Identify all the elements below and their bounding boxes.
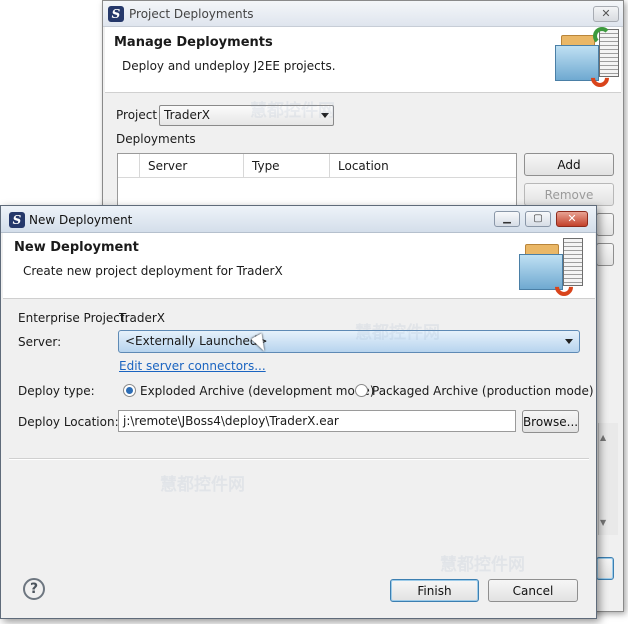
- column-header-server[interactable]: Server: [140, 154, 244, 178]
- exploded-archive-label[interactable]: Exploded Archive (development mode): [140, 384, 375, 398]
- minimize-button[interactable]: ▁: [494, 211, 520, 227]
- watermark: 慧都控件网: [440, 555, 525, 575]
- deployments-label: Deployments: [116, 132, 196, 146]
- packaged-archive-label[interactable]: Packaged Archive (production mode): [372, 384, 594, 398]
- project-select-value: TraderX: [164, 108, 211, 122]
- add-button[interactable]: Add: [524, 153, 614, 176]
- header-subtitle: Deploy and undeploy J2EE projects.: [122, 59, 336, 73]
- header-banner: Manage Deployments Deploy and undeploy J…: [105, 27, 621, 93]
- close-button[interactable]: ✕: [556, 211, 588, 227]
- title-bar: S New Deployment ▁ ▢ ✕: [1, 206, 596, 233]
- packaged-archive-radio[interactable]: [355, 384, 368, 397]
- deploy-location-input[interactable]: j:\remote\JBoss4\deploy\TraderX.ear: [118, 410, 516, 432]
- header-subtitle: Create new project deployment for Trader…: [23, 264, 283, 278]
- enterprise-project-label: Enterprise Project:: [18, 311, 129, 325]
- server-select[interactable]: <Externally Launched>: [118, 330, 580, 353]
- header-title: Manage Deployments: [114, 35, 273, 50]
- maximize-button[interactable]: ▢: [525, 211, 551, 227]
- title-bar: S Project Deployments ✕: [103, 1, 623, 27]
- column-header-type[interactable]: Type: [244, 154, 330, 178]
- column-header-location[interactable]: Location: [330, 154, 516, 178]
- remove-button[interactable]: Remove: [524, 183, 614, 206]
- edit-server-connectors-link[interactable]: Edit server connectors...: [119, 359, 266, 373]
- side-button[interactable]: [596, 243, 614, 266]
- browse-button[interactable]: Browse...: [522, 410, 579, 433]
- watermark: 慧都控件网: [355, 323, 440, 343]
- deploy-type-label: Deploy type:: [18, 384, 95, 398]
- chevron-down-icon: [565, 339, 573, 344]
- enterprise-project-value: TraderX: [119, 311, 166, 325]
- deploy-banner-icon: [553, 27, 623, 91]
- help-icon[interactable]: ?: [23, 578, 45, 600]
- header-title: New Deployment: [14, 240, 139, 255]
- window-title: New Deployment: [29, 213, 133, 227]
- server-label: Server:: [18, 335, 62, 349]
- deployments-table[interactable]: Server Type Location: [117, 153, 517, 213]
- app-logo-icon: S: [9, 212, 25, 228]
- scroll-down-icon[interactable]: ▼: [600, 518, 606, 527]
- deploy-banner-icon: [517, 236, 587, 300]
- separator: [9, 458, 589, 460]
- finish-button[interactable]: Finish: [390, 579, 479, 602]
- window-title: Project Deployments: [129, 7, 254, 21]
- scroll-up-icon[interactable]: ▲: [600, 433, 606, 442]
- project-label: Project: [116, 108, 158, 122]
- exploded-archive-radio[interactable]: [123, 384, 136, 397]
- side-button[interactable]: [596, 557, 614, 580]
- close-button[interactable]: ✕: [593, 6, 619, 22]
- cancel-button[interactable]: Cancel: [488, 579, 578, 602]
- deploy-location-label: Deploy Location:: [18, 415, 119, 429]
- server-select-value: <Externally Launched>: [125, 334, 268, 348]
- side-button[interactable]: [596, 213, 614, 236]
- watermark: 慧都控件网: [250, 101, 335, 121]
- watermark: 慧都控件网: [160, 475, 245, 495]
- app-logo-icon: S: [108, 6, 124, 22]
- header-banner: New Deployment Create new project deploy…: [3, 233, 595, 300]
- column-header-blank: [118, 154, 140, 178]
